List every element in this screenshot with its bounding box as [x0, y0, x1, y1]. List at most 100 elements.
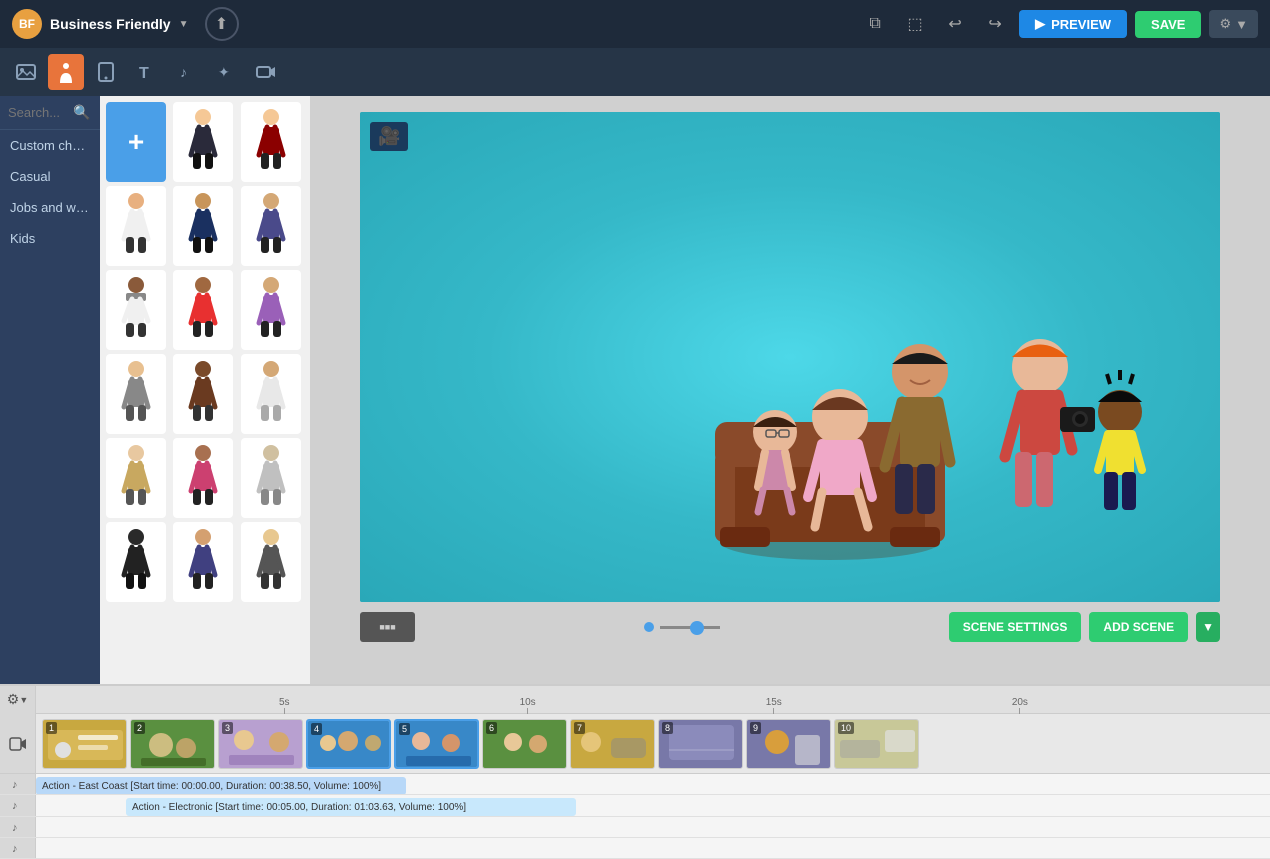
avatar: BF: [12, 9, 42, 39]
audio-track-content-4[interactable]: [36, 838, 1270, 858]
audio-track-content-2[interactable]: Action - Electronic [Start time: 00:05.0…: [36, 795, 1270, 815]
svg-text:♪: ♪: [12, 800, 18, 812]
scene-settings-button[interactable]: SCENE SETTINGS: [949, 612, 1082, 642]
zoom-dot: [644, 622, 654, 632]
scene-num-4: 4: [311, 723, 322, 735]
header-tools: ⧉ ⬚ ↩ ↪ ▶ PREVIEW SAVE ⚙ ▼: [859, 8, 1258, 40]
character-cell[interactable]: [173, 270, 233, 350]
audio-icon-4: ♪: [0, 838, 36, 858]
timeline-scenes: 1 2 3 4 5: [36, 714, 1270, 773]
audio-track-content-1[interactable]: Action - East Coast [Start time: 00:00.0…: [36, 774, 1270, 794]
timeline-video-icon: [0, 714, 36, 773]
effects-tool[interactable]: ✦: [208, 54, 244, 90]
zoom-control: [644, 622, 720, 632]
scene-action-buttons: SCENE SETTINGS ADD SCENE ▼: [949, 612, 1220, 642]
scene-num-2: 2: [134, 722, 145, 734]
character-cell[interactable]: [173, 186, 233, 266]
icon-toolbar: T ♪ ✦: [0, 48, 1270, 96]
character-cell[interactable]: [106, 270, 166, 350]
redo-btn[interactable]: ↪: [979, 8, 1011, 40]
audio-icon-1: ♪: [0, 774, 36, 794]
search-input[interactable]: [8, 105, 73, 120]
character-cell[interactable]: [241, 270, 301, 350]
character-cell[interactable]: [173, 438, 233, 518]
sidebar-item-custom[interactable]: Custom char...: [0, 130, 100, 161]
svg-text:♪: ♪: [12, 779, 18, 791]
scene-num-8: 8: [662, 722, 673, 734]
music-tool[interactable]: ♪: [168, 54, 204, 90]
scene-num-7: 7: [574, 722, 585, 734]
search-icon[interactable]: 🔍: [73, 104, 90, 121]
text-tool[interactable]: T: [128, 54, 164, 90]
audio-row-2: ♪ Action - Electronic [Start time: 00:05…: [0, 795, 1270, 816]
preview-play-icon: ▶: [1035, 16, 1045, 32]
upload-icon: ⬆: [215, 14, 228, 34]
brand-dropdown-icon[interactable]: ▼: [179, 19, 189, 30]
character-tool[interactable]: [48, 54, 84, 90]
character-cell[interactable]: [241, 522, 301, 602]
svg-text:♪: ♪: [12, 822, 18, 834]
ruler-10s: 10s: [520, 697, 536, 714]
scene-thumb-4[interactable]: 4: [306, 719, 391, 769]
character-cell[interactable]: [173, 522, 233, 602]
zoom-slider[interactable]: [660, 626, 720, 629]
character-cell[interactable]: [106, 522, 166, 602]
svg-text:♪: ♪: [180, 64, 187, 80]
scene-thumb-3[interactable]: 3: [218, 719, 303, 769]
audio-row-3: ♪: [0, 817, 1270, 838]
audio-bar-2[interactable]: Action - Electronic [Start time: 00:05.0…: [126, 798, 576, 815]
scene-num-3: 3: [222, 722, 233, 734]
video-tool[interactable]: [248, 54, 284, 90]
ruler-20s: 20s: [1012, 697, 1028, 714]
ruler-marks: 5s 10s 15s 20s: [36, 686, 1270, 714]
audio-track-content-3[interactable]: [36, 817, 1270, 837]
add-scene-button[interactable]: ADD SCENE: [1089, 612, 1188, 642]
timeline-area: ⚙ ▼ 5s 10s 15s: [0, 684, 1270, 859]
character-cell[interactable]: [106, 186, 166, 266]
timeline-gear-button[interactable]: ⚙ ▼: [0, 686, 36, 714]
scene-thumb-2[interactable]: 2: [130, 719, 215, 769]
sidebar-item-casual[interactable]: Casual: [0, 161, 100, 192]
settings-button[interactable]: ⚙ ▼: [1209, 10, 1258, 38]
paste-tool-btn[interactable]: ⬚: [899, 8, 931, 40]
save-button[interactable]: SAVE: [1135, 11, 1201, 38]
plus-icon: +: [128, 126, 144, 158]
preview-button[interactable]: ▶ PREVIEW: [1019, 10, 1127, 38]
add-character-button[interactable]: +: [106, 102, 166, 182]
scene-thumb-1[interactable]: 1: [42, 719, 127, 769]
character-cell[interactable]: [241, 102, 301, 182]
zoom-handle[interactable]: [690, 621, 704, 635]
audio-row-4: ♪: [0, 838, 1270, 859]
character-cell[interactable]: [106, 438, 166, 518]
timeline-ruler: 5s 10s 15s 20s: [36, 686, 1270, 714]
character-cell[interactable]: [173, 102, 233, 182]
scene-thumb-9[interactable]: 9: [746, 719, 831, 769]
mini-scene-thumb[interactable]: ■■■: [360, 612, 415, 642]
canvas-wrapper: 🎥: [310, 96, 1270, 684]
character-cell[interactable]: [106, 354, 166, 434]
scene-svg: [360, 112, 1220, 602]
timeline-scenes-row: 1 2 3 4 5: [0, 714, 1270, 774]
character-cell[interactable]: [241, 438, 301, 518]
upload-button[interactable]: ⬆: [205, 7, 239, 41]
scene-thumb-5[interactable]: 5: [394, 719, 479, 769]
audio-bar-1[interactable]: Action - East Coast [Start time: 00:00.0…: [36, 777, 406, 794]
scene-thumb-6[interactable]: 6: [482, 719, 567, 769]
scene-thumb-10[interactable]: 10: [834, 719, 919, 769]
sidebar-item-kids[interactable]: Kids: [0, 223, 100, 254]
sidebar-item-jobs[interactable]: Jobs and wor...: [0, 192, 100, 223]
settings-dropdown-icon: ▼: [1235, 17, 1248, 32]
gear-icon-timeline: ⚙: [7, 691, 20, 708]
scene-thumb-7[interactable]: 7: [570, 719, 655, 769]
tablet-tool[interactable]: [88, 54, 124, 90]
canvas-stage[interactable]: 🎥: [360, 112, 1220, 602]
image-tool[interactable]: [8, 54, 44, 90]
character-cell[interactable]: [241, 186, 301, 266]
add-scene-dropdown-button[interactable]: ▼: [1196, 612, 1220, 642]
scene-thumb-8[interactable]: 8: [658, 719, 743, 769]
undo-btn[interactable]: ↩: [939, 8, 971, 40]
character-cell[interactable]: [241, 354, 301, 434]
character-cell[interactable]: [173, 354, 233, 434]
svg-text:♪: ♪: [12, 843, 18, 855]
copy-tool-btn[interactable]: ⧉: [859, 8, 891, 40]
